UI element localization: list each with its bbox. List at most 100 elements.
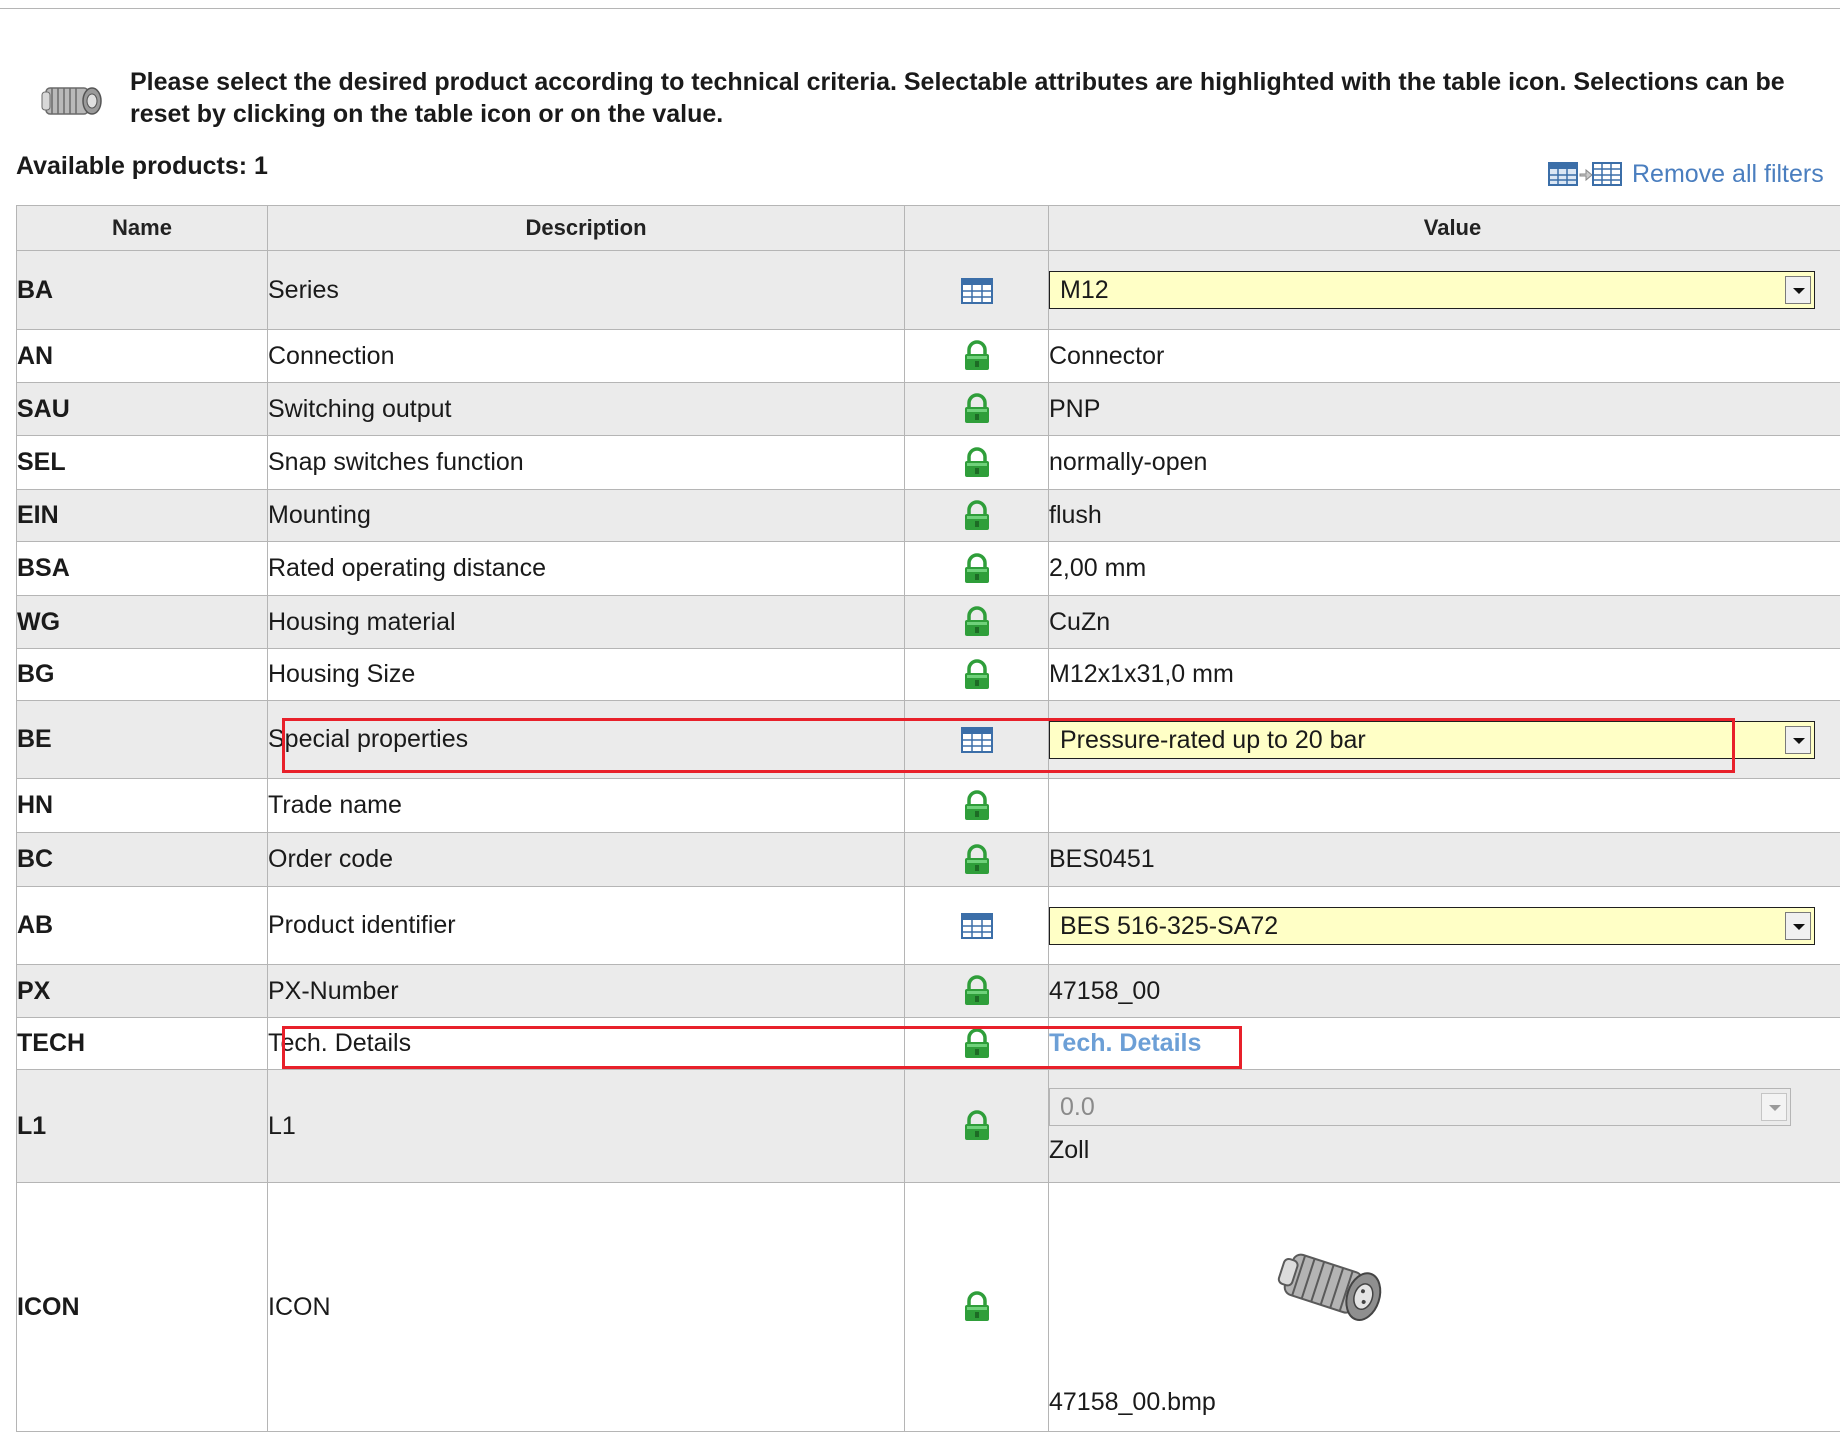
- attribute-value-wg: CuZn: [1049, 596, 1840, 649]
- lock-icon: [962, 976, 992, 1004]
- column-header-value: Value: [1049, 206, 1840, 251]
- attribute-status-cell: [905, 1018, 1049, 1070]
- column-header-icon: [905, 206, 1049, 251]
- attribute-value-sel: normally-open: [1049, 436, 1840, 490]
- value-select-text: BES 516-325-SA72: [1060, 912, 1278, 940]
- attribute-code-bg: BG: [17, 649, 268, 701]
- table-reset-icon: [1548, 159, 1622, 189]
- table-row: BASeries M12: [17, 251, 1840, 330]
- attribute-value-icon: 47158_00.bmp: [1049, 1183, 1840, 1432]
- dropdown-arrow-icon[interactable]: [1785, 912, 1811, 940]
- attribute-code-sel: SEL: [17, 436, 268, 490]
- attribute-code-an: AN: [17, 330, 268, 383]
- attribute-status-cell: [905, 330, 1049, 383]
- value-unit: Zoll: [1049, 1136, 1840, 1165]
- table-row: BESpecial properties Pressure-rated up to…: [17, 701, 1840, 779]
- table-icon[interactable]: [961, 725, 993, 753]
- lock-icon: [962, 1028, 992, 1056]
- table-row: ANConnectionConnector: [17, 330, 1840, 383]
- table-row: SAUSwitching output PNP: [17, 383, 1840, 436]
- attribute-code-ba: BA: [17, 251, 268, 330]
- attribute-description-bsa: Rated operating distance: [268, 542, 905, 596]
- attribute-description-l1: L1: [268, 1070, 905, 1183]
- attribute-status-cell: [905, 383, 1049, 436]
- value-select-ba[interactable]: M12: [1049, 271, 1815, 309]
- value-select-text: M12: [1060, 276, 1109, 304]
- product-image-preview: 47158_00.bmp: [1049, 1197, 1840, 1417]
- table-icon[interactable]: [961, 275, 993, 303]
- image-filename: 47158_00.bmp: [1049, 1388, 1216, 1417]
- attribute-description-px: PX-Number: [268, 965, 905, 1018]
- value-select-text: Pressure-rated up to 20 bar: [1060, 726, 1366, 754]
- attribute-code-be: BE: [17, 701, 268, 779]
- value-select-be[interactable]: Pressure-rated up to 20 bar: [1049, 721, 1815, 759]
- attribute-code-icon: ICON: [17, 1183, 268, 1432]
- available-products-label: Available products: 1: [16, 152, 268, 181]
- table-row: SELSnap switches function normally-open: [17, 436, 1840, 490]
- product-attributes-table: Name Description Value BASeries M12 ANConn…: [16, 205, 1840, 1432]
- attribute-code-bsa: BSA: [17, 542, 268, 596]
- sensor-icon: [40, 74, 104, 126]
- table-row: TECHTech. DetailsTech. Details: [17, 1018, 1840, 1070]
- attribute-value-ein: flush: [1049, 490, 1840, 542]
- lock-icon: [962, 447, 992, 475]
- attribute-value-ba: M12: [1049, 251, 1840, 330]
- lock-icon: [962, 394, 992, 422]
- column-header-description: Description: [268, 206, 905, 251]
- remove-all-filters-link[interactable]: Remove all filters: [1548, 156, 1824, 192]
- attribute-code-sau: SAU: [17, 383, 268, 436]
- attribute-status-cell: [905, 1070, 1049, 1183]
- attribute-value-be: Pressure-rated up to 20 bar: [1049, 701, 1840, 779]
- lock-icon: [962, 1111, 992, 1139]
- attribute-value-l1: 0.0 Zoll: [1049, 1070, 1840, 1183]
- attribute-description-ein: Mounting: [268, 490, 905, 542]
- tech-details-link[interactable]: Tech. Details: [1049, 1029, 1201, 1057]
- remove-all-filters-label: Remove all filters: [1632, 160, 1824, 189]
- attribute-value-bc: BES0451: [1049, 833, 1840, 887]
- attribute-status-cell: [905, 490, 1049, 542]
- attribute-description-sau: Switching output: [268, 383, 905, 436]
- attribute-status-cell: [905, 436, 1049, 490]
- attribute-code-px: PX: [17, 965, 268, 1018]
- attribute-status-cell: [905, 1183, 1049, 1432]
- attribute-value-bsa: 2,00 mm: [1049, 542, 1840, 596]
- attribute-status-cell: [905, 887, 1049, 965]
- attribute-code-ein: EIN: [17, 490, 268, 542]
- attribute-description-tech: Tech. Details: [268, 1018, 905, 1070]
- attribute-status-cell: [905, 701, 1049, 779]
- lock-icon: [962, 607, 992, 635]
- lock-icon: [962, 1292, 992, 1320]
- attribute-code-wg: WG: [17, 596, 268, 649]
- table-row: ICONICON47158_00.bmp: [17, 1183, 1840, 1432]
- dropdown-arrow-icon[interactable]: [1785, 726, 1811, 754]
- dropdown-arrow-icon[interactable]: [1785, 276, 1811, 304]
- table-row: ABProduct identifierBES 516-325-SA72: [17, 887, 1840, 965]
- top-divider: [0, 8, 1840, 9]
- table-row: EINMounting flush: [17, 490, 1840, 542]
- attribute-description-ba: Series: [268, 251, 905, 330]
- attribute-description-wg: Housing material: [268, 596, 905, 649]
- sensor-icon: [1277, 1237, 1397, 1344]
- attribute-value-hn: [1049, 779, 1840, 833]
- value-select-text: 0.0: [1060, 1093, 1095, 1121]
- attribute-code-l1: L1: [17, 1070, 268, 1183]
- table-row: HNTrade name: [17, 779, 1840, 833]
- value-select-l1: 0.0: [1049, 1088, 1791, 1126]
- attribute-value-ab: BES 516-325-SA72: [1049, 887, 1840, 965]
- attribute-code-ab: AB: [17, 887, 268, 965]
- value-select-ab[interactable]: BES 516-325-SA72: [1049, 907, 1815, 945]
- table-header-row: Name Description Value: [17, 206, 1840, 251]
- attribute-code-tech: TECH: [17, 1018, 268, 1070]
- attribute-value-sau: PNP: [1049, 383, 1840, 436]
- table-icon[interactable]: [961, 911, 993, 939]
- attribute-description-bg: Housing Size: [268, 649, 905, 701]
- lock-icon: [962, 553, 992, 581]
- attribute-description-sel: Snap switches function: [268, 436, 905, 490]
- attribute-description-bc: Order code: [268, 833, 905, 887]
- attribute-value-bg: M12x1x31,0 mm: [1049, 649, 1840, 701]
- table-row: BGHousing Size M12x1x31,0 mm: [17, 649, 1840, 701]
- attribute-description-be: Special properties: [268, 701, 905, 779]
- attribute-status-cell: [905, 833, 1049, 887]
- attribute-code-hn: HN: [17, 779, 268, 833]
- dropdown-arrow-icon: [1761, 1093, 1787, 1121]
